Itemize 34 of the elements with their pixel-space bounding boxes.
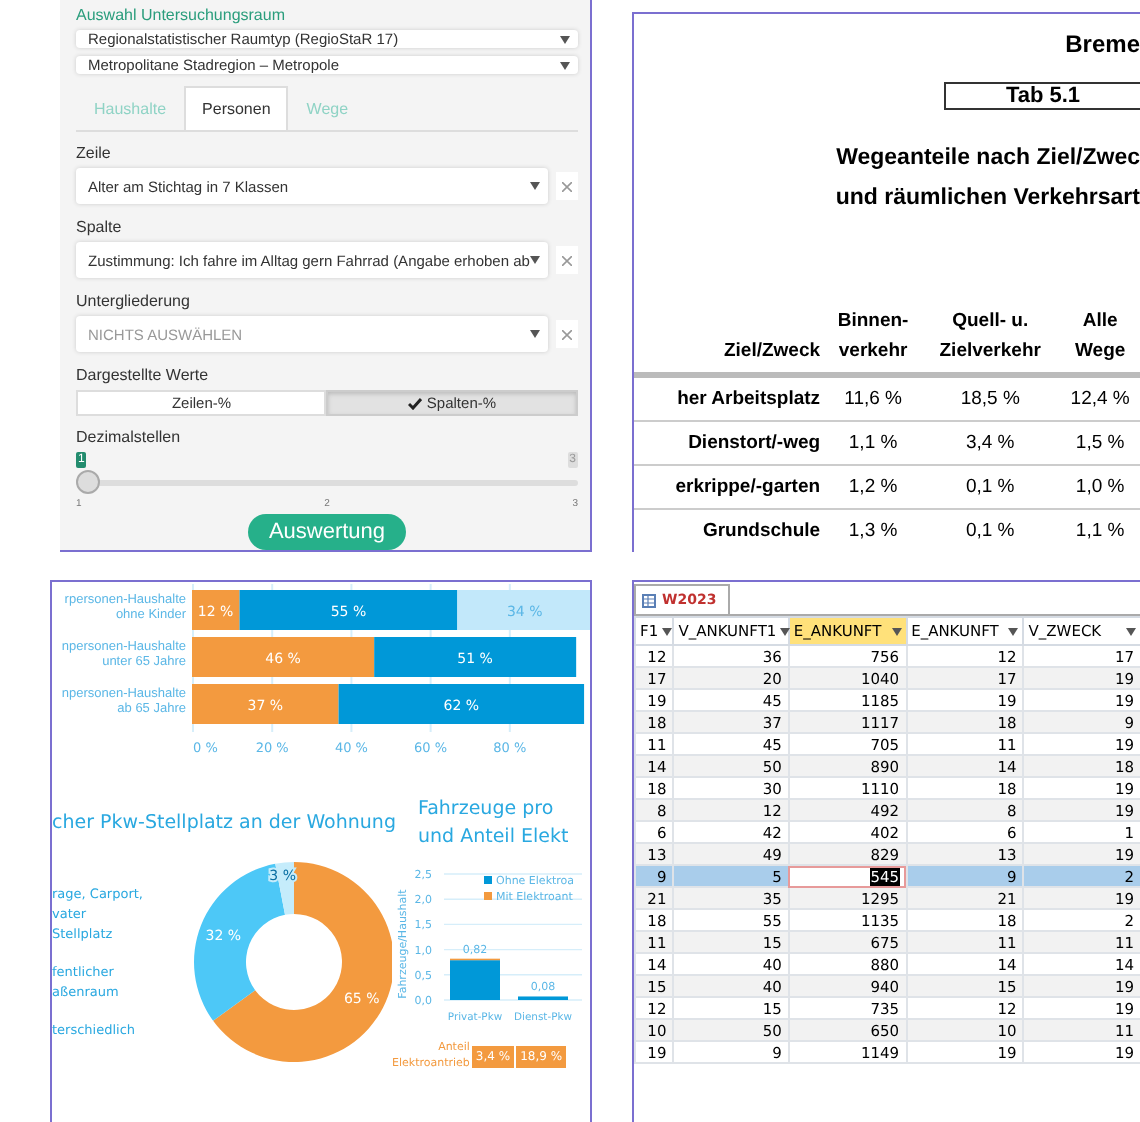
report-heading: Breme	[1065, 30, 1140, 58]
table-cell: 3,4 %	[922, 421, 1059, 465]
column-header: Quell- u. Zielverkehr	[922, 306, 1059, 375]
table-cell: 1,0 %	[1058, 465, 1140, 509]
table-cell: 12,4 %	[1058, 375, 1140, 421]
report-title: Wegeanteile nach Ziel/Zwec	[835, 144, 1140, 174]
table-cell: 0,1 %	[922, 465, 1059, 509]
column-header: Binnen- verkehr	[824, 306, 923, 375]
tab[interactable]: Personen	[184, 86, 289, 130]
table-cell: Dienstort/-weg	[634, 421, 825, 465]
table-cell: 1,5 %	[1058, 421, 1140, 465]
table-cell: 1,3 %	[824, 509, 923, 552]
table-number: Tab 5.1	[944, 82, 1140, 110]
table-cell: 0,1 %	[922, 509, 1059, 552]
report-title: und räumlichen Verkehrsart	[835, 184, 1140, 214]
table-cell: Grundschule	[634, 509, 825, 552]
table-cell: 18,5 %	[922, 375, 1059, 421]
table-cell: her Arbeitsplatz	[634, 375, 825, 421]
table-cell: 1,1 %	[824, 421, 923, 465]
field-label: Dargestellte Werte	[76, 366, 211, 384]
chart-title: Fahrzeuge pro	[418, 796, 556, 824]
field-label: Untergliederung	[76, 292, 192, 310]
section-heading: Auswahl Untersuchungsraum	[76, 6, 287, 24]
field-label: Dezimalstellen	[76, 428, 183, 446]
table-cell: erkrippe/-garten	[634, 465, 825, 509]
field-label: Spalte	[76, 218, 124, 236]
table-cell: 1,1 %	[1058, 509, 1140, 552]
chart-title: und Anteil Elekt	[418, 824, 571, 852]
table-cell: 1,2 %	[824, 465, 923, 509]
column-header: Ziel/Zweck	[634, 306, 825, 375]
table-cell: 11,6 %	[824, 375, 923, 421]
field-label: Zeile	[76, 144, 113, 162]
chart-title: cher Pkw-Stellplatz an der Wohnung	[52, 812, 392, 834]
column-header: Alle Wege	[1058, 306, 1140, 375]
